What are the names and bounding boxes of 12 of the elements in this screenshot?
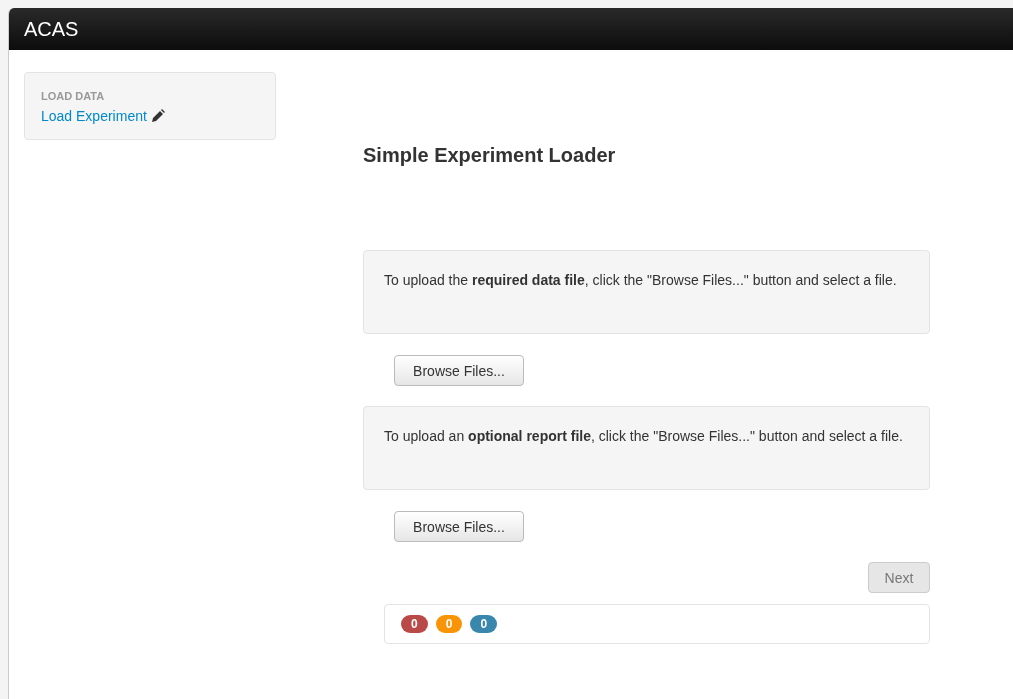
browse-files-button[interactable]: Browse Files... — [394, 511, 524, 542]
instruction-text: To upload the required data file, click the "Browse Files..." button and select a file. — [384, 272, 897, 288]
pencil-icon — [150, 109, 165, 123]
instruction-text: To upload an optional report file, click the "Browse Files..." button and select a file. — [384, 428, 903, 444]
count-badge: 0 — [470, 615, 498, 633]
count-badge: 0 — [435, 615, 463, 633]
count-badge: 0 — [401, 615, 428, 633]
sidebar-heading: LOAD DATA — [41, 90, 106, 102]
window-title: ACAS — [24, 17, 79, 41]
browse-files-button[interactable]: Browse Files... — [394, 355, 524, 386]
page-title: Simple Experiment Loader — [363, 144, 617, 168]
sidebar-link[interactable]: Load Experiment — [41, 108, 147, 124]
